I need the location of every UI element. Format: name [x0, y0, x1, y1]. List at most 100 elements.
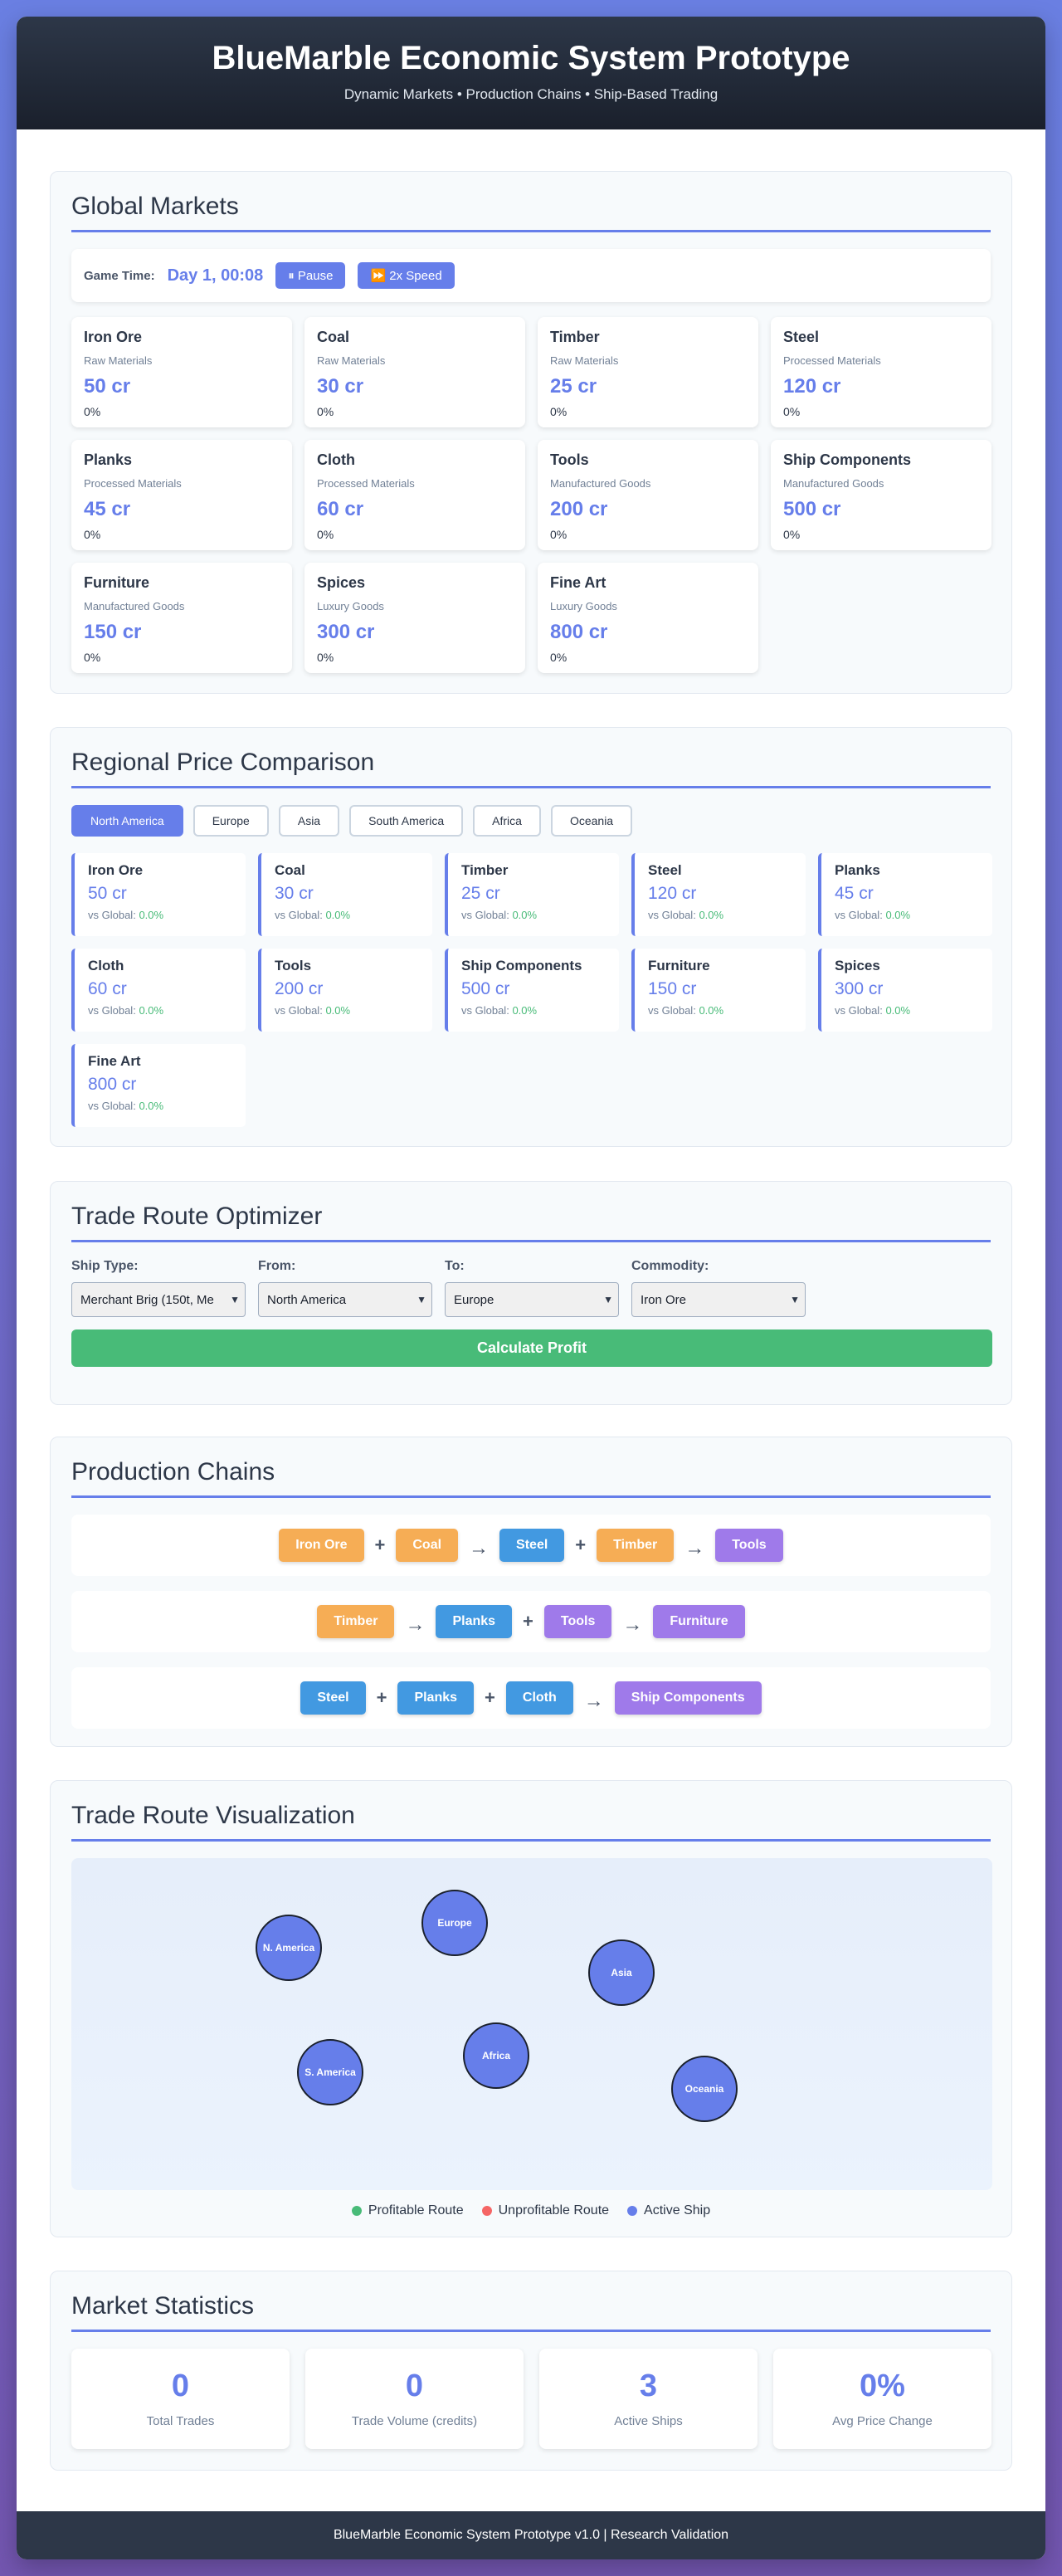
- market-card[interactable]: Ship Components Manufactured Goods 500 cr 0…: [771, 440, 991, 550]
- region-tab[interactable]: South America: [349, 805, 464, 837]
- commodity-name: Ship Components: [783, 451, 911, 468]
- trade-optimizer-section: Trade Route Optimizer Ship Type: Merchan…: [50, 1181, 1012, 1405]
- from-value: North America: [267, 1292, 347, 1307]
- regional-price: 200 cr: [275, 979, 324, 998]
- vs-global: vs Global: 0.0%: [88, 1100, 232, 1112]
- commodity-name: Cloth: [317, 451, 355, 468]
- legend-item: Active Ship: [627, 2203, 710, 2218]
- commodity-category: Luxury Goods: [317, 600, 384, 612]
- regional-price-card: Spices 300 cr vs Global: 0.0%: [818, 949, 992, 1032]
- region-node[interactable]: Europe: [421, 1890, 488, 1956]
- vs-global: vs Global: 0.0%: [835, 1004, 979, 1017]
- stat-value: 0%: [860, 2369, 905, 2403]
- chain-node: Iron Ore: [279, 1529, 364, 1562]
- market-card[interactable]: Coal Raw Materials 30 cr 0%: [304, 317, 525, 427]
- global-markets-section: Global Markets Game Time: Day 1, 00:08 ⏸…: [50, 171, 1012, 694]
- vs-global: vs Global: 0.0%: [88, 909, 232, 921]
- chain-node: Steel: [300, 1681, 366, 1715]
- market-card[interactable]: Furniture Manufactured Goods 150 cr 0%: [71, 563, 292, 673]
- region-node[interactable]: Asia: [588, 1939, 655, 2006]
- chain-node: Planks: [397, 1681, 475, 1715]
- commodity-name: Planks: [835, 862, 880, 878]
- commodity-name: Iron Ore: [88, 862, 144, 878]
- optimizer-form: Ship Type: Merchant Brig (150t, Me ▼ Fro…: [71, 1259, 991, 1317]
- section-heading: Trade Route Visualization: [71, 1799, 991, 1842]
- commodity-name: Spices: [317, 574, 366, 591]
- vs-global-label: vs Global:: [88, 1004, 136, 1017]
- ship-type-select[interactable]: Merchant Brig (150t, Me ▼: [71, 1282, 246, 1317]
- commodity-name: Ship Components: [461, 958, 582, 973]
- page-subtitle: Dynamic Markets • Production Chains • Sh…: [343, 86, 719, 102]
- commodity-name: Tools: [275, 958, 312, 973]
- chain-list: Iron Ore + Coal → Steel + Timber → Tools Timber → P…: [71, 1515, 991, 1729]
- market-card[interactable]: Spices Luxury Goods 300 cr 0%: [304, 563, 525, 673]
- stat-card: 0 Trade Volume (credits): [305, 2349, 524, 2449]
- ship-type-group: Ship Type: Merchant Brig (150t, Me ▼: [71, 1259, 246, 1317]
- commodity-category: Processed Materials: [317, 477, 415, 490]
- section-heading: Market Statistics: [71, 2290, 991, 2332]
- vs-global-label: vs Global:: [461, 1004, 509, 1017]
- stat-card: 0% Avg Price Change: [773, 2349, 991, 2449]
- price-change: 0%: [550, 528, 568, 541]
- regional-price: 30 cr: [275, 884, 314, 903]
- market-card[interactable]: Tools Manufactured Goods 200 cr 0%: [538, 440, 758, 550]
- speed-button[interactable]: ⏩ 2x Speed: [358, 262, 455, 289]
- from-group: From: North America ▼: [258, 1259, 432, 1317]
- region-tab[interactable]: Asia: [278, 805, 340, 837]
- region-node[interactable]: Africa: [463, 2022, 529, 2089]
- regional-price: 300 cr: [835, 979, 884, 998]
- market-card[interactable]: Steel Processed Materials 120 cr 0%: [771, 317, 991, 427]
- region-node[interactable]: N. America: [256, 1915, 322, 1981]
- commodity-category: Raw Materials: [550, 354, 619, 367]
- commodity-name: Fine Art: [550, 574, 607, 591]
- chain-node: Tools: [543, 1605, 612, 1638]
- commodity-name: Timber: [550, 329, 600, 345]
- trade-map[interactable]: N. America Europe Asia S. America Africa Ocea…: [71, 1858, 992, 2190]
- vs-global: vs Global: 0.0%: [275, 909, 419, 921]
- market-card[interactable]: Iron Ore Raw Materials 50 cr 0%: [71, 317, 292, 427]
- trade-route-visualization-section: Trade Route Visualization N. America Euro…: [50, 1780, 1012, 2237]
- commodity-name: Furniture: [648, 958, 710, 973]
- commodity-category: Manufactured Goods: [84, 600, 185, 612]
- to-select[interactable]: Europe ▼: [445, 1282, 619, 1317]
- calculate-profit-button[interactable]: Calculate Profit: [71, 1329, 992, 1367]
- market-card[interactable]: Timber Raw Materials 25 cr 0%: [538, 317, 758, 427]
- stat-card: 3 Active Ships: [539, 2349, 758, 2449]
- page-footer: BlueMarble Economic System Prototype v1.…: [17, 2511, 1045, 2559]
- region-tab[interactable]: Oceania: [550, 805, 633, 837]
- arrow-icon: →: [469, 1537, 490, 1559]
- chevron-down-icon: ▼: [413, 1294, 426, 1305]
- commodity-category: Processed Materials: [783, 354, 881, 367]
- region-tab[interactable]: Europe: [192, 805, 269, 837]
- to-value: Europe: [454, 1292, 494, 1307]
- commodity-name: Planks: [84, 451, 133, 468]
- market-card[interactable]: Planks Processed Materials 45 cr 0%: [71, 440, 292, 550]
- arrow-icon: →: [583, 1690, 604, 1712]
- price-change: 0%: [550, 651, 568, 664]
- plus-icon: +: [374, 1534, 386, 1555]
- from-select[interactable]: North America ▼: [258, 1282, 432, 1317]
- region-node[interactable]: S. America: [297, 2039, 363, 2105]
- legend-label: Profitable Route: [368, 2203, 464, 2217]
- vs-global-label: vs Global:: [835, 1004, 883, 1017]
- commodity-select[interactable]: Iron Ore ▼: [631, 1282, 806, 1317]
- regional-price: 45 cr: [835, 884, 874, 903]
- commodity-name: Tools: [550, 451, 589, 468]
- legend-label: Unprofitable Route: [498, 2203, 610, 2217]
- pause-button[interactable]: ⏸ Pause: [275, 262, 346, 289]
- vs-global-value: 0.0%: [325, 1004, 351, 1017]
- commodity-price: 30 cr: [317, 375, 364, 398]
- region-tab[interactable]: Africa: [473, 805, 541, 837]
- region-tab[interactable]: North America: [71, 805, 183, 837]
- price-change: 0%: [783, 528, 801, 541]
- regional-price: 25 cr: [461, 884, 500, 903]
- commodity-price: 200 cr: [550, 498, 608, 520]
- region-node[interactable]: Oceania: [671, 2056, 738, 2122]
- price-change: 0%: [783, 405, 801, 418]
- market-card[interactable]: Cloth Processed Materials 60 cr 0%: [304, 440, 525, 550]
- commodity-price: 500 cr: [783, 498, 841, 520]
- stats-grid: 0 Total Trades 0 Trade Volume (credits) 3 Act…: [71, 2349, 991, 2449]
- commodity-price: 300 cr: [317, 621, 375, 643]
- legend-dot-icon: [351, 2206, 362, 2216]
- market-card[interactable]: Fine Art Luxury Goods 800 cr 0%: [538, 563, 758, 673]
